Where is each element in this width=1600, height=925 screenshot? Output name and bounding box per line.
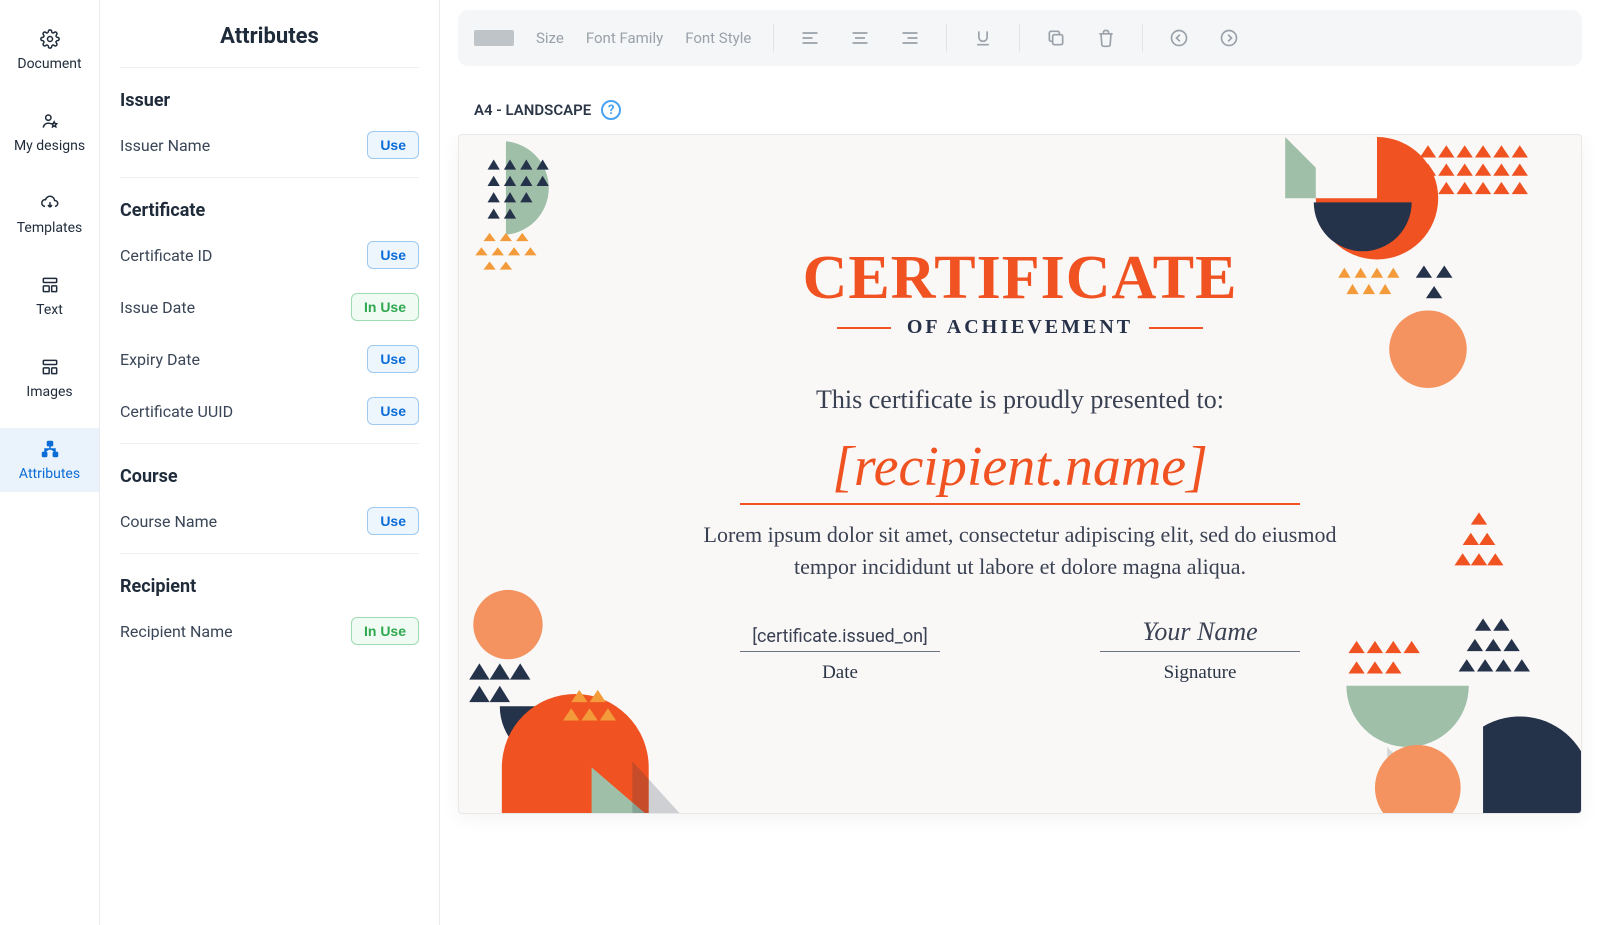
- attr-row-issue-date: Issue Date In Use: [120, 281, 419, 333]
- attributes-icon: [39, 438, 61, 460]
- redo-icon[interactable]: [1215, 24, 1243, 52]
- date-label: Date: [822, 662, 858, 684]
- attr-label: Certificate UUID: [120, 402, 233, 421]
- separator: [773, 24, 774, 52]
- attr-label: Recipient Name: [120, 622, 233, 641]
- attr-row-certificate-uuid: Certificate UUID Use: [120, 385, 419, 437]
- rail-item-label: Templates: [17, 220, 83, 236]
- certificate-subtitle[interactable]: OF ACHIEVEMENT: [907, 316, 1133, 339]
- section-title: Course: [120, 444, 419, 495]
- gear-icon: [39, 28, 61, 50]
- underline-icon[interactable]: [969, 24, 997, 52]
- in-use-button[interactable]: In Use: [351, 293, 419, 321]
- certificate-body-text[interactable]: Lorem ipsum dolor sit amet, consectetur …: [670, 519, 1370, 583]
- canvas-format-row: A4 - LANDSCAPE ?: [440, 66, 1600, 134]
- copy-icon[interactable]: [1042, 24, 1070, 52]
- rail-item-my-designs[interactable]: My designs: [0, 100, 99, 164]
- attr-row-course-name: Course Name Use: [120, 495, 419, 547]
- certificate-subtitle-row: OF ACHIEVEMENT: [837, 316, 1203, 339]
- section-title: Issuer: [120, 68, 419, 119]
- person-star-icon: [39, 110, 61, 132]
- certificate-canvas[interactable]: CERTIFICATE OF ACHIEVEMENT This certific…: [458, 134, 1582, 814]
- rail-item-label: Attributes: [19, 466, 80, 482]
- font-style-dropdown[interactable]: Font Style: [685, 29, 751, 47]
- color-swatch[interactable]: [474, 30, 514, 46]
- rail-item-templates[interactable]: Templates: [0, 182, 99, 246]
- certificate-title[interactable]: CERTIFICATE: [803, 243, 1238, 314]
- use-button[interactable]: Use: [367, 131, 419, 159]
- canvas-format-label: A4 - LANDSCAPE: [474, 101, 591, 119]
- section-title: Certificate: [120, 178, 419, 229]
- attr-label: Course Name: [120, 512, 217, 531]
- align-center-icon[interactable]: [846, 24, 874, 52]
- use-button[interactable]: Use: [367, 345, 419, 373]
- attr-label: Expiry Date: [120, 350, 200, 369]
- attr-label: Issuer Name: [120, 136, 210, 155]
- section-recipient: Recipient Recipient Name In Use: [100, 554, 439, 657]
- canvas-wrapper: CERTIFICATE OF ACHIEVEMENT This certific…: [440, 134, 1600, 925]
- signature-row: [certificate.issued_on] Date Your Name S…: [740, 623, 1300, 684]
- section-course: Course Course Name Use: [100, 444, 439, 547]
- date-block: [certificate.issued_on] Date: [740, 623, 940, 684]
- rail-item-attributes[interactable]: Attributes: [0, 428, 99, 492]
- signature-label: Signature: [1164, 662, 1237, 684]
- font-family-dropdown[interactable]: Font Family: [586, 29, 663, 47]
- help-icon[interactable]: ?: [601, 100, 621, 120]
- attr-label: Certificate ID: [120, 246, 212, 265]
- section-issuer: Issuer Issuer Name Use: [100, 68, 439, 171]
- rail-item-document[interactable]: Document: [0, 18, 99, 82]
- nav-rail: Document My designs Templates Text Image…: [0, 0, 100, 925]
- editor-main: Size Font Family Font Style A4 - LANDSCA…: [440, 0, 1600, 925]
- certificate-recipient-placeholder[interactable]: [recipient.name]: [832, 435, 1208, 499]
- rail-item-label: Images: [26, 384, 72, 400]
- certificate-presented-line[interactable]: This certificate is proudly presented to…: [816, 385, 1224, 415]
- rail-item-text[interactable]: Text: [0, 264, 99, 328]
- signature-line: [1100, 651, 1300, 652]
- attr-row-recipient-name: Recipient Name In Use: [120, 605, 419, 657]
- attributes-panel: Attributes Issuer Issuer Name Use Certif…: [100, 0, 440, 925]
- use-button[interactable]: Use: [367, 507, 419, 535]
- use-button[interactable]: Use: [367, 241, 419, 269]
- signature-block: Your Name Signature: [1100, 623, 1300, 684]
- attr-row-certificate-id: Certificate ID Use: [120, 229, 419, 281]
- separator: [946, 24, 947, 52]
- attr-label: Issue Date: [120, 298, 195, 317]
- section-title: Recipient: [120, 554, 419, 605]
- rail-item-label: Document: [17, 56, 81, 72]
- in-use-button[interactable]: In Use: [351, 617, 419, 645]
- signature-value[interactable]: Your Name: [1142, 623, 1257, 651]
- undo-icon[interactable]: [1165, 24, 1193, 52]
- date-line: [740, 651, 940, 652]
- use-button[interactable]: Use: [367, 397, 419, 425]
- rail-item-images[interactable]: Images: [0, 346, 99, 410]
- subtitle-line-left: [837, 327, 891, 329]
- align-left-icon[interactable]: [796, 24, 824, 52]
- attr-row-expiry-date: Expiry Date Use: [120, 333, 419, 385]
- separator: [1142, 24, 1143, 52]
- certificate-content: CERTIFICATE OF ACHIEVEMENT This certific…: [459, 135, 1581, 813]
- subtitle-line-right: [1149, 327, 1203, 329]
- separator: [1019, 24, 1020, 52]
- attr-row-issuer-name: Issuer Name Use: [120, 119, 419, 171]
- trash-icon[interactable]: [1092, 24, 1120, 52]
- size-dropdown[interactable]: Size: [536, 29, 564, 47]
- rail-item-label: Text: [36, 302, 63, 318]
- images-icon: [39, 356, 61, 378]
- date-value[interactable]: [certificate.issued_on]: [752, 623, 928, 651]
- text-toolbar: Size Font Family Font Style: [458, 10, 1582, 66]
- align-right-icon[interactable]: [896, 24, 924, 52]
- section-certificate: Certificate Certificate ID Use Issue Dat…: [100, 178, 439, 437]
- cloud-download-icon: [39, 192, 61, 214]
- text-icon: [39, 274, 61, 296]
- recipient-underline: [740, 503, 1300, 505]
- rail-item-label: My designs: [14, 138, 85, 154]
- panel-title: Attributes: [120, 0, 419, 68]
